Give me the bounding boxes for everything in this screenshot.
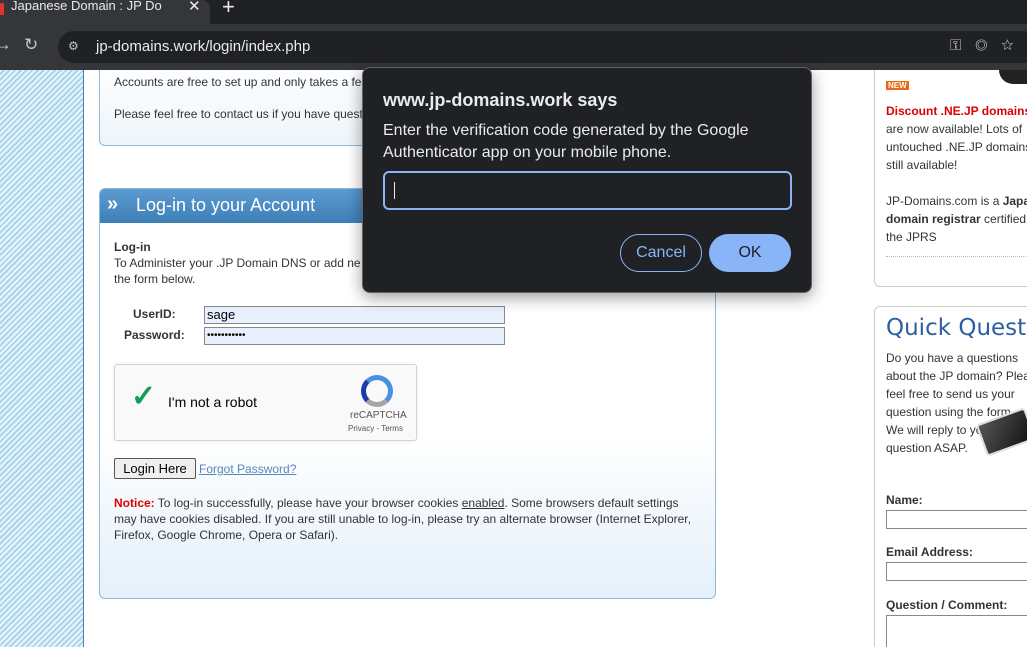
discount-title: Discount .NE.JP domains [886, 104, 1027, 118]
notice-enabled: enabled [461, 496, 505, 510]
checkmark-icon[interactable]: ✓ [131, 379, 156, 414]
omnibox-icons: ⚿◎☆ [950, 37, 1027, 54]
key-icon[interactable]: ⚿ [950, 37, 975, 54]
notice-pre: To log-in successfully, please have your… [154, 496, 462, 510]
email-label: Email Address: [886, 545, 973, 559]
promo-image [999, 70, 1027, 84]
url-text: jp-domains.work/login/index.php [96, 38, 311, 55]
intro-line-2: Please feel free to contact us if you ha… [114, 107, 363, 121]
site-info-icon[interactable]: ⚙ [68, 39, 79, 53]
decorative-stripes [0, 70, 84, 647]
reload-icon[interactable]: ↻ [24, 35, 38, 55]
userid-label: UserID: [133, 307, 176, 321]
forgot-password-link[interactable]: Forgot Password? [199, 462, 296, 476]
divider [886, 256, 1026, 257]
userid-input[interactable]: sage [204, 306, 505, 324]
bookmark-star-icon[interactable]: ☆ [1001, 37, 1027, 54]
recaptcha-links[interactable]: Privacy - Terms [348, 424, 403, 433]
registrar-pre: JP-Domains.com is a [886, 194, 1003, 208]
intro-line-1: Accounts are free to set up and only tak… [114, 75, 362, 89]
discount-body: are now available! Lots of untouched .NE… [886, 122, 1027, 172]
forward-icon[interactable]: → [0, 34, 12, 55]
new-badge: NEW [886, 81, 909, 90]
cookie-notice: Notice: To log-in successfully, please h… [114, 495, 704, 543]
verification-code-input[interactable] [383, 171, 792, 210]
recaptcha-brand: reCAPTCHA [350, 410, 407, 421]
browser-toolbar: → ↻ ⚙ jp-domains.work/login/index.php ⚿◎… [0, 24, 1027, 70]
ok-button[interactable]: OK [709, 234, 791, 272]
password-label: Password: [124, 328, 185, 342]
discount-text: Discount .NE.JP domains are now available… [886, 102, 1027, 174]
tab-title: Japanese Domain : JP Do [11, 0, 162, 13]
question-textarea[interactable] [886, 615, 1027, 647]
quick-question-title: Quick Question [886, 315, 1027, 341]
registrar-text: JP-Domains.com is a Japa domain registra… [886, 192, 1027, 246]
new-tab-icon[interactable]: + [222, 0, 235, 20]
captcha-label: I'm not a robot [168, 394, 258, 410]
favicon-icon [0, 3, 4, 15]
eye-off-icon[interactable]: ◎ [975, 37, 1001, 54]
cancel-button[interactable]: Cancel [620, 234, 702, 272]
dialog-message: Enter the verification code generated by… [383, 122, 749, 161]
login-desc-line-1: To Administer your .JP Domain DNS or add… [114, 256, 361, 270]
login-button[interactable]: Login Here [114, 458, 196, 479]
login-desc-line-2: the form below. [114, 272, 196, 286]
promo-panel: NEW Discount .NE.JP domains are now avail… [874, 70, 1027, 287]
text-caret [394, 182, 395, 199]
name-input[interactable] [886, 510, 1027, 529]
login-section-label: Log-in [114, 240, 151, 254]
dialog-title: www.jp-domains.work says [383, 90, 618, 110]
close-tab-icon[interactable]: ✕ [188, 0, 201, 15]
question-label: Question / Comment: [886, 598, 1008, 612]
recaptcha-widget: ✓ I'm not a robot reCAPTCHA Privacy - Te… [114, 364, 417, 441]
password-input[interactable]: ••••••••••• [204, 327, 505, 345]
recaptcha-logo-icon [361, 375, 393, 407]
tab-bar: Japanese Domain : JP Do ✕ + [0, 0, 1027, 24]
login-title: Log-in to your Account [136, 195, 316, 215]
address-bar[interactable]: ⚙ jp-domains.work/login/index.php ⚿◎☆ [58, 31, 1027, 63]
notice-label: Notice: [114, 496, 155, 510]
prompt-dialog: www.jp-domains.work says Enter the verif… [362, 67, 812, 293]
email-input[interactable] [886, 562, 1027, 581]
double-chevron-icon: » [107, 193, 119, 215]
name-label: Name: [886, 493, 923, 507]
browser-tab[interactable]: Japanese Domain : JP Do ✕ [0, 0, 210, 24]
quick-question-panel: Quick Question Do you have a questions a… [874, 306, 1027, 647]
